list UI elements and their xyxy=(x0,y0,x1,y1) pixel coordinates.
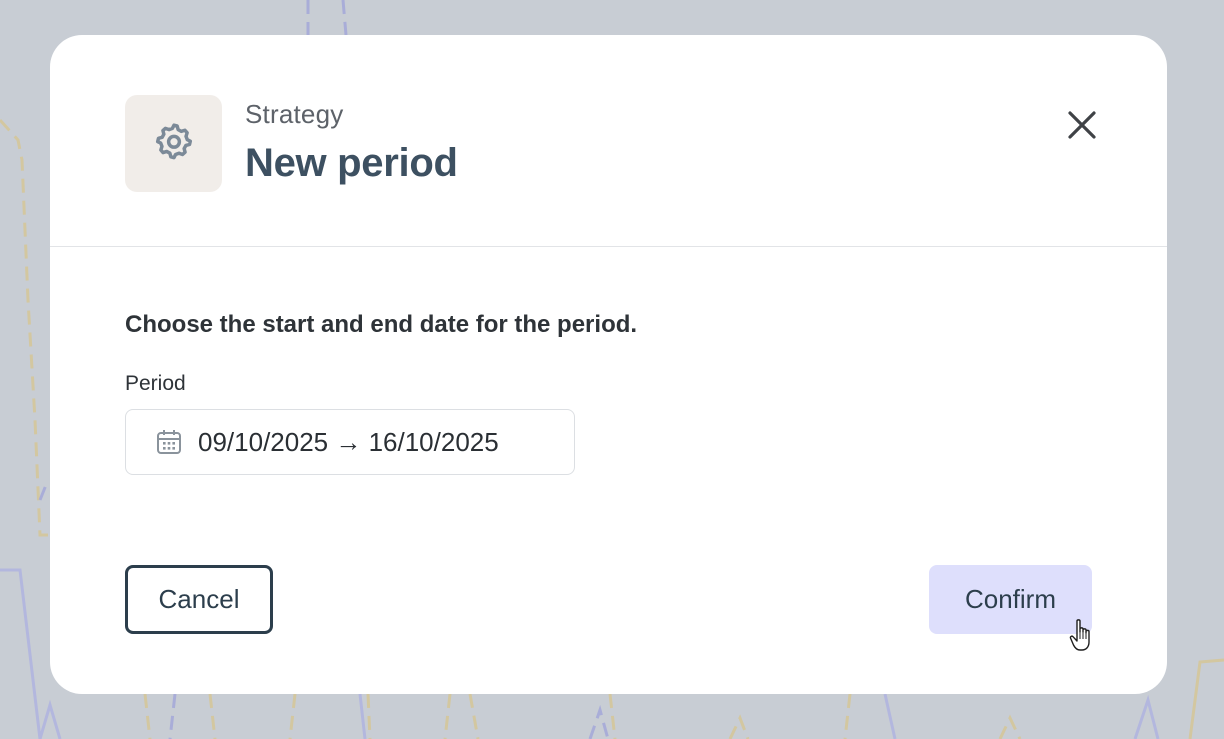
close-icon xyxy=(1067,110,1097,145)
dialog-title: New period xyxy=(245,141,458,185)
close-button[interactable] xyxy=(1060,105,1104,149)
hand-pointer-cursor xyxy=(1069,619,1090,651)
header-icon-tile xyxy=(125,95,222,192)
gear-icon xyxy=(155,122,193,165)
period-label: Period xyxy=(125,372,186,395)
dialog-eyebrow: Strategy xyxy=(245,99,344,129)
period-date-range-input[interactable]: 09/10/2025 → 16/10/2025 xyxy=(125,409,575,475)
new-period-dialog: Strategy New period Choose the start and… xyxy=(50,35,1167,694)
calendar-icon xyxy=(154,427,184,457)
cancel-button[interactable]: Cancel xyxy=(125,565,273,634)
dialog-instructions: Choose the start and end date for the pe… xyxy=(125,311,638,338)
dialog-header: Strategy New period xyxy=(50,35,1167,247)
period-value: 09/10/2025 → 16/10/2025 xyxy=(198,426,499,457)
